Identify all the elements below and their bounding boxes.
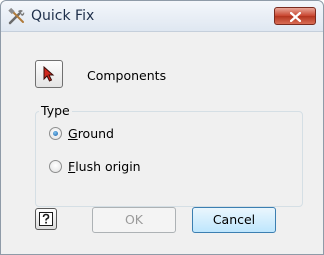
ground-radio[interactable] [49, 126, 62, 140]
help-button[interactable] [35, 208, 57, 230]
flush-origin-label[interactable]: Flush origin [68, 159, 141, 174]
close-icon [290, 12, 301, 22]
type-group-title: Type [39, 103, 72, 118]
cancel-button[interactable]: Cancel [192, 207, 276, 233]
quick-fix-dialog: Quick Fix Components Type Ground Flush o… [0, 0, 324, 255]
ok-button[interactable]: OK [92, 207, 176, 233]
flush-origin-radio-option[interactable]: Flush origin [49, 158, 141, 174]
flush-origin-radio[interactable] [49, 159, 62, 173]
ground-label[interactable]: Ground [68, 126, 114, 141]
tools-icon [7, 7, 27, 27]
select-components-button[interactable] [35, 60, 63, 88]
title-bar[interactable]: Quick Fix [1, 1, 323, 32]
ground-radio-option[interactable]: Ground [49, 125, 114, 141]
components-label: Components [87, 68, 167, 83]
window-title: Quick Fix [31, 8, 95, 24]
help-icon [39, 212, 53, 226]
close-button[interactable] [274, 7, 316, 25]
select-cursor-icon [43, 66, 55, 82]
